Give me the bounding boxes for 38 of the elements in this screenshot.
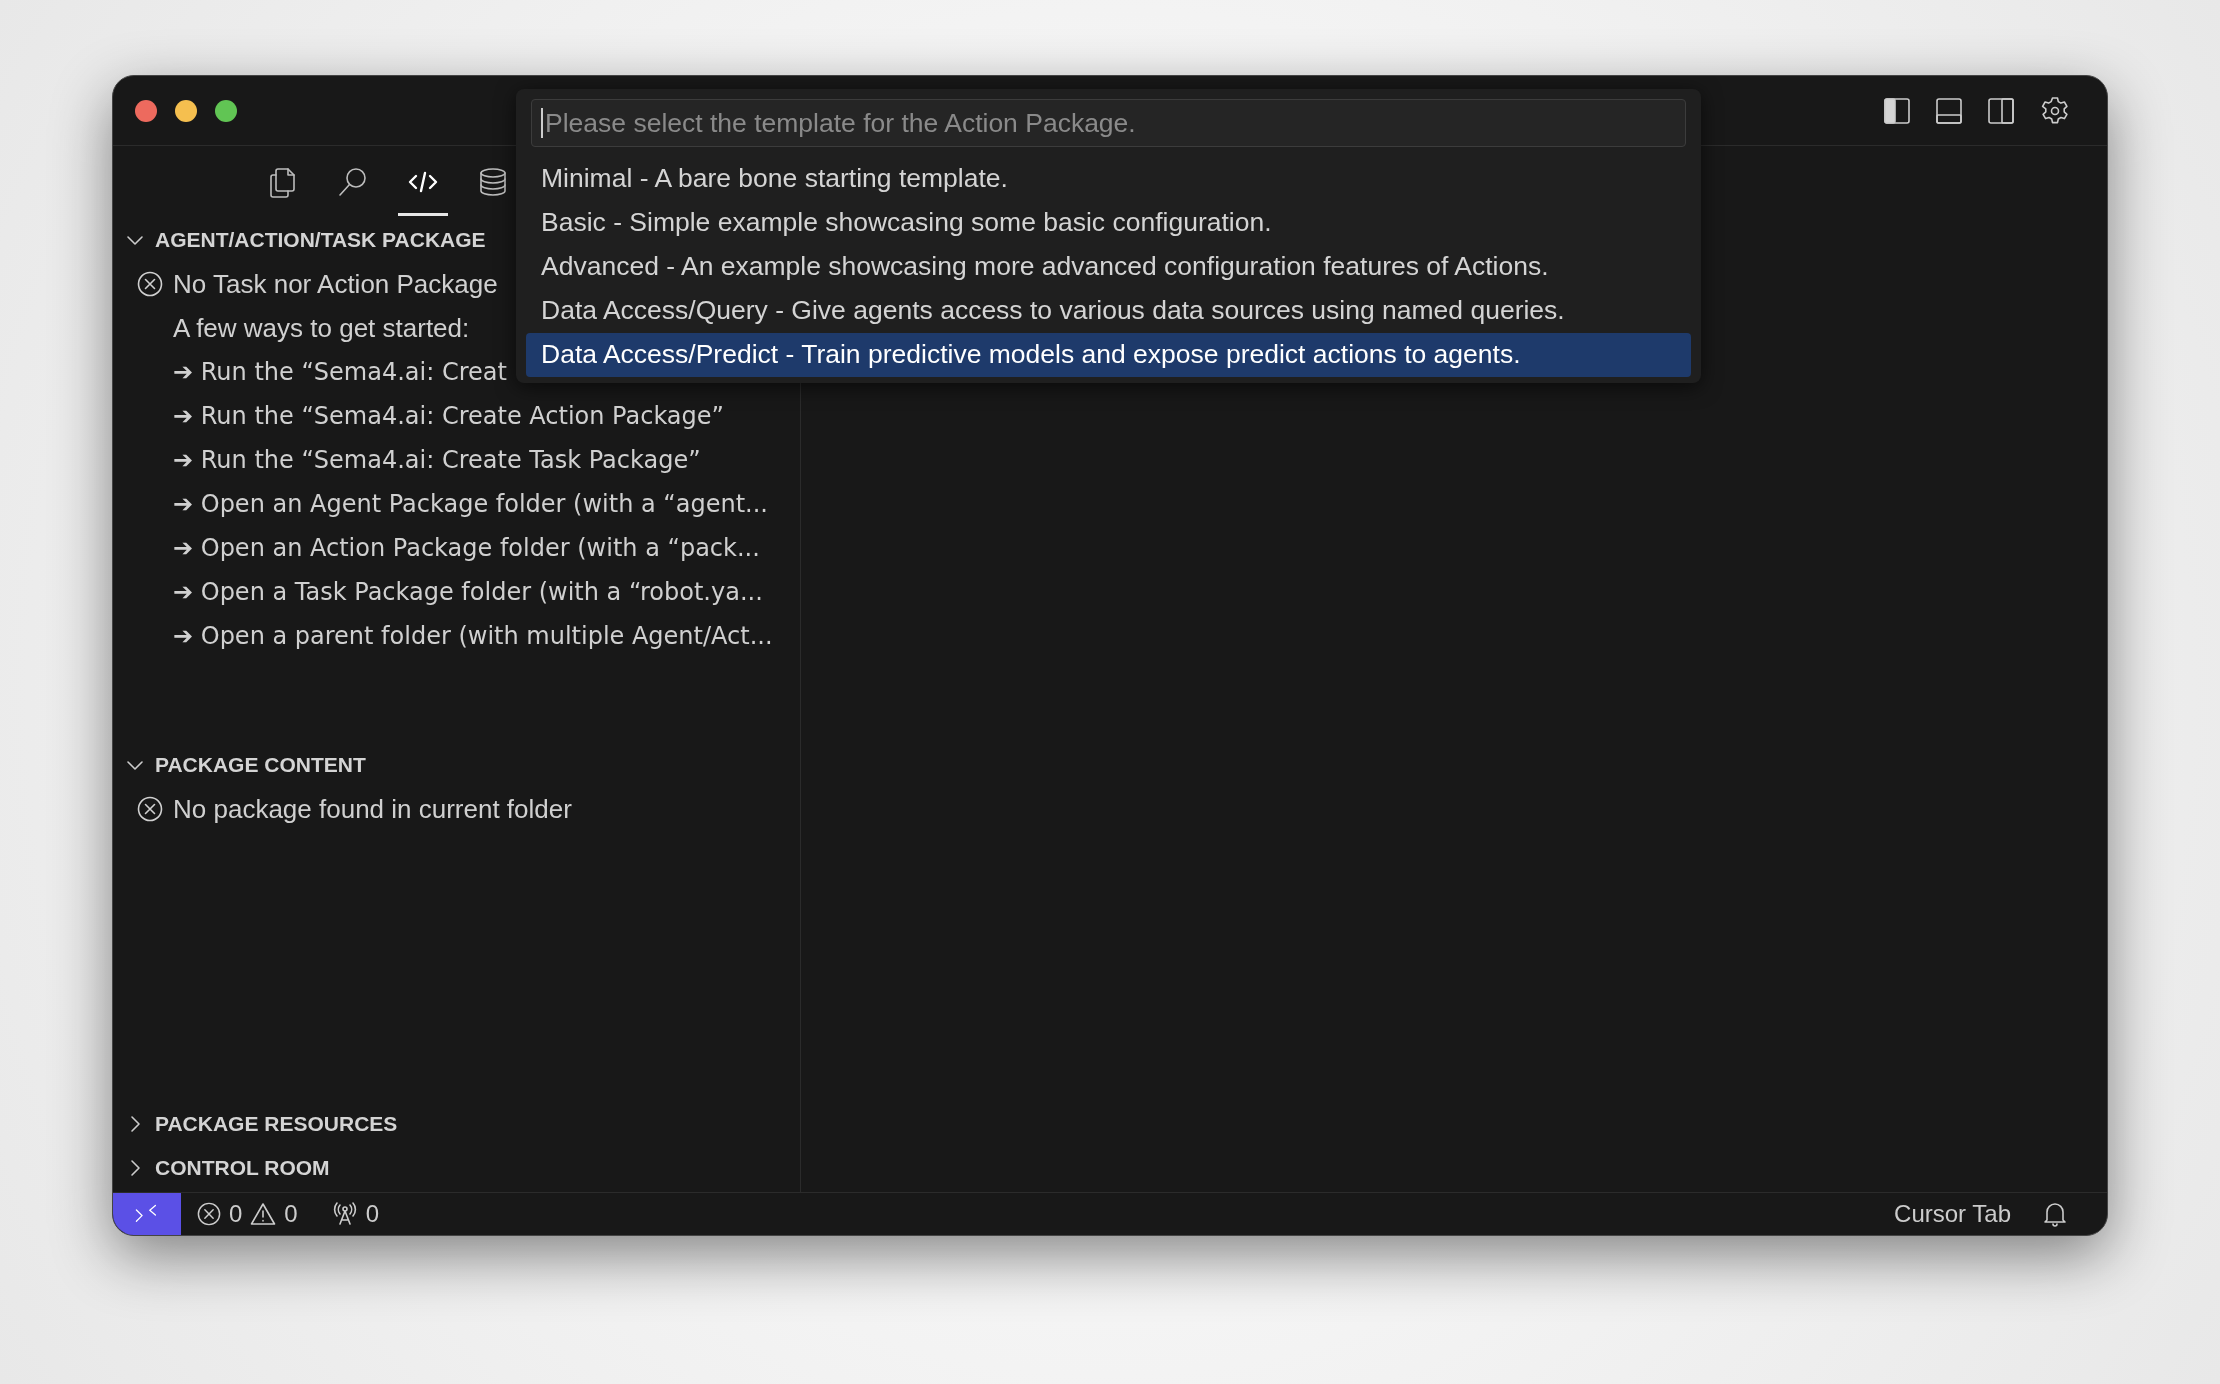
error-icon	[197, 1202, 221, 1226]
section-header[interactable]: CONTROL ROOM	[155, 1152, 330, 1184]
broadcast-icon	[331, 1202, 358, 1226]
text-cursor	[541, 108, 543, 138]
tree-item[interactable]: No Task nor Action Package	[173, 264, 498, 304]
tree-item[interactable]: ➔ Open a parent folder (with multiple Agent/Act...	[173, 618, 773, 654]
bell-icon[interactable]	[2043, 1201, 2067, 1227]
tree-item[interactable]: ➔ Open an Action Package folder (with a “pack...	[173, 530, 760, 566]
tree-item[interactable]: ➔ Open an Agent Package folder (with a “agent...	[173, 486, 768, 522]
tree-item[interactable]: No package found in current folder	[173, 789, 572, 829]
template-search-field[interactable]: Please select the template for the Action Package.	[531, 99, 1686, 147]
split-toggle-icon[interactable]	[1987, 96, 2015, 125]
tree-item[interactable]: ➔ Open a Task Package folder (with a “robot.ya...	[173, 574, 763, 610]
section-header[interactable]: PACKAGE RESOURCES	[155, 1108, 398, 1140]
template-option[interactable]: Data Access/Query - Give agents access to various data sources using named queries.	[526, 289, 1691, 333]
template-option[interactable]: Data Access/Predict - Train predictive models and expose predict actions to agents.	[526, 333, 1691, 377]
error-icon	[137, 796, 163, 822]
close-window-button[interactable]	[135, 99, 157, 122]
error-count[interactable]: 0	[229, 1196, 243, 1232]
maximize-window-button[interactable]	[215, 99, 237, 122]
template-option[interactable]: Basic - Simple example showcasing some basic configuration.	[526, 201, 1691, 245]
remote-button[interactable]	[113, 1193, 181, 1235]
sidebar-toggle-icon[interactable]	[1883, 96, 1911, 125]
warning-count[interactable]: 0	[284, 1196, 298, 1232]
minimize-window-button[interactable]	[175, 99, 197, 122]
section-header[interactable]: PACKAGE CONTENT	[155, 749, 366, 781]
panel-toggle-icon[interactable]	[1935, 96, 1963, 125]
warning-icon	[250, 1202, 277, 1226]
cursor-tab-status[interactable]: Cursor Tab	[1894, 1196, 2011, 1232]
error-icon	[137, 271, 163, 297]
section-header[interactable]: AGENT/ACTION/TASK PACKAGE	[155, 224, 486, 256]
template-option[interactable]: Minimal - A bare bone starting template.	[526, 157, 1691, 201]
ports-count[interactable]: 0	[365, 1196, 380, 1232]
tree-item[interactable]: ➔ Run the “Sema4.ai: Create Task Package”	[173, 442, 701, 478]
tree-item[interactable]: ➔ Run the “Sema4.ai: Create Action Package”	[173, 398, 724, 434]
tree-item[interactable]: ➔ Run the “Sema4.ai: Creat	[173, 354, 507, 390]
template-option[interactable]: Advanced - An example showcasing more advanced configuration features of Actions.	[526, 245, 1691, 289]
tree-item: A few ways to get started:	[173, 311, 470, 345]
